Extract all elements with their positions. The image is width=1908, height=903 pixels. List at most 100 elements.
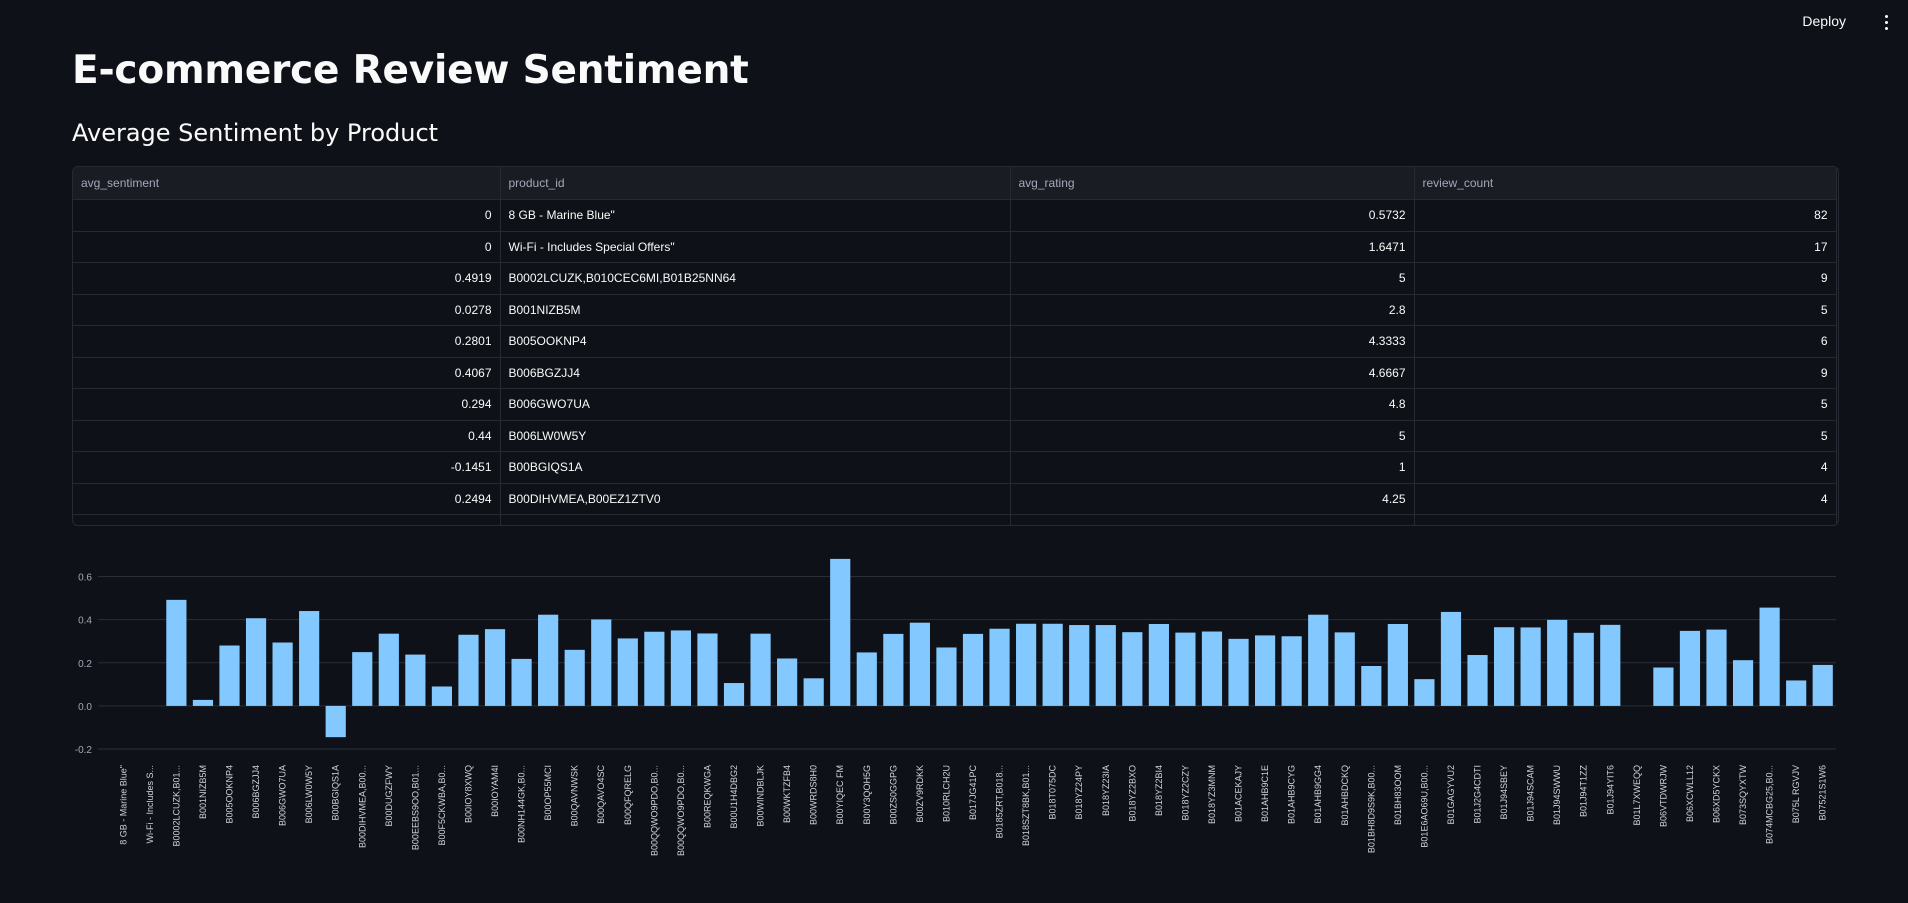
table-cell-avg-sentiment[interactable]: -0.1451 bbox=[73, 451, 501, 484]
bar[interactable] bbox=[1653, 667, 1674, 706]
bar[interactable] bbox=[1255, 635, 1276, 706]
bar[interactable] bbox=[1122, 632, 1143, 706]
table-row[interactable]: 0.0278 B001NIZB5M 2.8 5 bbox=[73, 294, 1837, 326]
table-cell-avg-rating[interactable]: 1.6471 bbox=[1010, 231, 1415, 263]
bar[interactable] bbox=[936, 647, 957, 706]
table-row[interactable]: 0 8 GB - Marine Blue" 0.5732 82 bbox=[73, 199, 1837, 232]
deploy-button[interactable]: Deploy bbox=[1802, 13, 1846, 29]
bar[interactable] bbox=[352, 652, 373, 706]
table-cell-avg-sentiment[interactable]: 0.44 bbox=[73, 420, 501, 452]
bar[interactable] bbox=[245, 618, 267, 706]
bar[interactable] bbox=[697, 633, 718, 706]
table-cell-product-id[interactable]: B006LW0W5Y bbox=[500, 420, 1011, 452]
bar[interactable] bbox=[909, 622, 930, 706]
bar[interactable] bbox=[803, 678, 824, 706]
bar[interactable] bbox=[1600, 624, 1621, 706]
column-header[interactable]: avg_rating bbox=[1010, 167, 1415, 200]
table-cell-review-count[interactable]: 5 bbox=[1414, 388, 1837, 421]
bar[interactable] bbox=[1308, 614, 1329, 706]
bar[interactable] bbox=[962, 633, 984, 706]
table-cell-review-count[interactable]: 82 bbox=[1414, 199, 1837, 232]
table-cell-avg-sentiment[interactable]: 0 bbox=[73, 231, 501, 263]
bar[interactable] bbox=[1759, 607, 1780, 706]
table-cell-avg-rating[interactable]: 5 bbox=[1010, 420, 1415, 452]
dataframe[interactable]: avg_sentiment product_id avg_rating revi… bbox=[72, 166, 1839, 526]
table-row[interactable] bbox=[73, 514, 1837, 525]
bar[interactable] bbox=[192, 699, 214, 706]
table-cell-avg-sentiment[interactable]: 0 bbox=[73, 199, 501, 232]
bar[interactable] bbox=[750, 633, 771, 706]
bar[interactable] bbox=[670, 630, 691, 706]
table-cell-avg-rating[interactable]: 4.6667 bbox=[1010, 357, 1415, 389]
bar[interactable] bbox=[644, 631, 665, 706]
bar[interactable] bbox=[989, 628, 1010, 706]
bar[interactable] bbox=[617, 638, 638, 706]
bar[interactable] bbox=[272, 642, 293, 706]
bar[interactable] bbox=[1148, 623, 1169, 706]
bar[interactable] bbox=[564, 649, 585, 706]
bar[interactable] bbox=[1228, 638, 1249, 706]
bar[interactable] bbox=[777, 658, 798, 706]
bar[interactable] bbox=[1520, 627, 1541, 706]
bar[interactable] bbox=[1467, 655, 1488, 706]
bar[interactable] bbox=[431, 686, 453, 706]
table-cell-review-count[interactable]: 6 bbox=[1414, 325, 1837, 358]
table-cell-avg-rating[interactable]: 4.25 bbox=[1010, 483, 1415, 515]
table-row[interactable]: -0.1451 B00BGIQS1A 1 4 bbox=[73, 451, 1837, 484]
bar[interactable] bbox=[484, 629, 506, 706]
table-cell-avg-rating[interactable]: 4.3333 bbox=[1010, 325, 1415, 358]
table-cell[interactable] bbox=[73, 514, 501, 525]
bar[interactable] bbox=[325, 705, 346, 738]
table-cell-product-id[interactable]: 8 GB - Marine Blue" bbox=[500, 199, 1011, 232]
bar[interactable] bbox=[299, 611, 320, 706]
bar[interactable] bbox=[378, 633, 399, 706]
table-cell-product-id[interactable]: B00BGIQS1A bbox=[500, 451, 1011, 484]
table-cell-product-id[interactable]: B00DIHVMEA,B00EZ1ZTV0 bbox=[500, 483, 1011, 515]
bar[interactable] bbox=[1387, 623, 1408, 706]
column-header[interactable]: avg_sentiment bbox=[73, 167, 501, 200]
bar[interactable] bbox=[1573, 632, 1594, 706]
bar[interactable] bbox=[1016, 623, 1037, 706]
table-cell-avg-sentiment[interactable]: 0.4067 bbox=[73, 357, 501, 389]
table-cell-review-count[interactable]: 17 bbox=[1414, 231, 1837, 263]
bar[interactable] bbox=[1175, 632, 1196, 706]
table-row[interactable]: 0.2494 B00DIHVMEA,B00EZ1ZTV0 4.25 4 bbox=[73, 483, 1837, 515]
table-cell-product-id[interactable]: B006GWO7UA bbox=[500, 388, 1011, 421]
table-cell-avg-sentiment[interactable]: 0.2494 bbox=[73, 483, 501, 515]
table-cell-review-count[interactable]: 5 bbox=[1414, 420, 1837, 452]
bar[interactable] bbox=[1786, 680, 1807, 706]
table-row[interactable]: 0.44 B006LW0W5Y 5 5 bbox=[73, 420, 1837, 452]
table-cell-review-count[interactable]: 5 bbox=[1414, 294, 1837, 326]
table-row[interactable]: 0.2801 B005OOKNP4 4.3333 6 bbox=[73, 325, 1837, 358]
more-menu-icon[interactable] bbox=[1878, 10, 1894, 34]
table-cell-product-id[interactable]: B001NIZB5M bbox=[500, 294, 1011, 326]
bar[interactable] bbox=[1095, 625, 1116, 706]
bar[interactable] bbox=[1414, 679, 1435, 706]
column-header[interactable]: product_id bbox=[500, 167, 1011, 200]
table-cell-avg-sentiment[interactable]: 0.294 bbox=[73, 388, 501, 421]
bar[interactable] bbox=[219, 645, 240, 706]
column-header[interactable]: review_count bbox=[1414, 167, 1837, 200]
table-cell-product-id[interactable]: B0002LCUZK,B010CEC6MI,B01B25NN64 bbox=[500, 262, 1011, 295]
table-cell-review-count[interactable]: 4 bbox=[1414, 451, 1837, 484]
table-cell[interactable] bbox=[1414, 514, 1837, 525]
table-cell-avg-sentiment[interactable]: 0.2801 bbox=[73, 325, 501, 358]
table-cell-review-count[interactable]: 9 bbox=[1414, 262, 1837, 295]
table-cell[interactable] bbox=[500, 514, 1011, 525]
table-cell-review-count[interactable]: 4 bbox=[1414, 483, 1837, 515]
bar[interactable] bbox=[1706, 629, 1727, 706]
table-cell-product-id[interactable]: B005OOKNP4 bbox=[500, 325, 1011, 358]
bar[interactable] bbox=[883, 633, 904, 706]
bar[interactable] bbox=[1493, 627, 1515, 706]
bar[interactable] bbox=[1281, 636, 1302, 706]
bar[interactable] bbox=[830, 558, 851, 706]
bar[interactable] bbox=[1334, 632, 1355, 706]
bar[interactable] bbox=[1440, 611, 1462, 706]
bar[interactable] bbox=[591, 619, 612, 706]
table-cell-avg-rating[interactable]: 4.8 bbox=[1010, 388, 1415, 421]
table-row[interactable]: 0.4919 B0002LCUZK,B010CEC6MI,B01B25NN64 5 9 bbox=[73, 262, 1837, 295]
bar[interactable] bbox=[1201, 631, 1223, 706]
table-cell-avg-rating[interactable]: 0.5732 bbox=[1010, 199, 1415, 232]
bar[interactable] bbox=[1042, 623, 1063, 706]
table-cell-review-count[interactable]: 9 bbox=[1414, 357, 1837, 389]
